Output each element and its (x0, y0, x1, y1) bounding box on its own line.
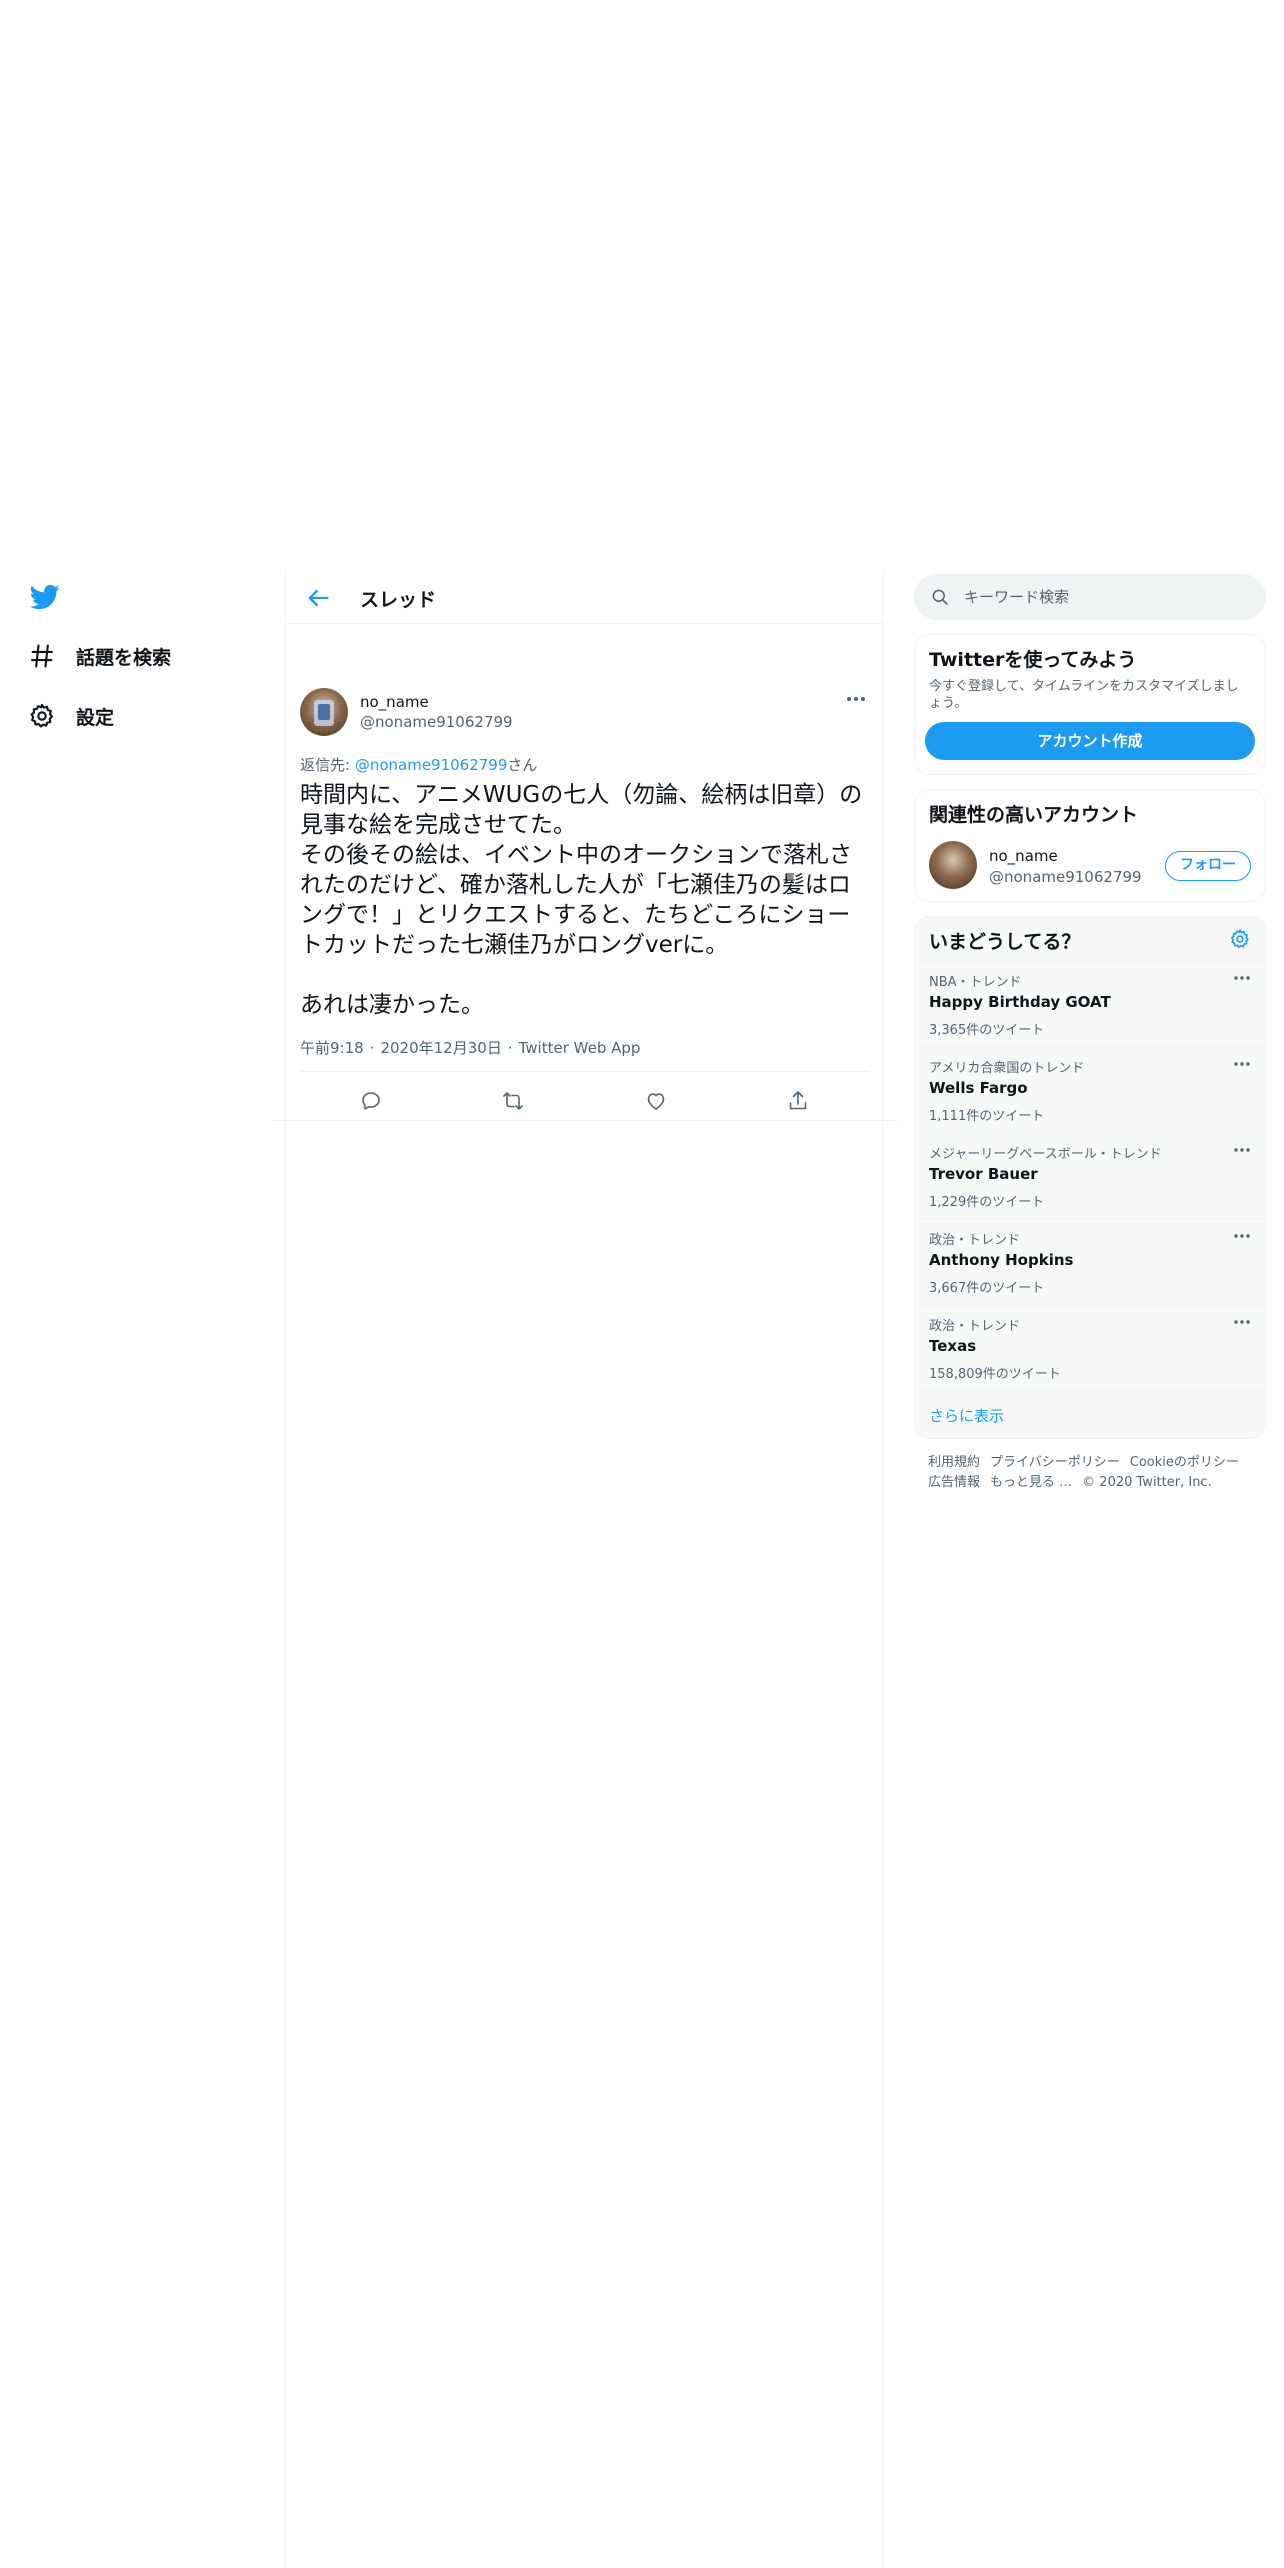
trend-count: 3,667件のツイート (929, 1281, 1045, 1296)
tweet-date[interactable]: 2020年12月30日 (380, 1039, 501, 1057)
account-row[interactable]: no_name @noname91062799 フォロー (915, 827, 1265, 901)
footer-privacy-link[interactable]: プライバシーポリシー (990, 1455, 1120, 1470)
tweet-meta: 午前9:18 · 2020年12月30日 · Twitter Web App (300, 1039, 641, 1057)
tweet-source[interactable]: Twitter Web App (519, 1039, 641, 1057)
twitter-bird-icon[interactable] (28, 582, 62, 612)
avatar[interactable] (929, 841, 977, 889)
relevant-accounts-card: 関連性の高いアカウント no_name @noname91062799 フォロー (914, 789, 1266, 902)
page-title: スレッド (360, 589, 437, 611)
trend-context: メジャーリーグベースボール・トレンド (929, 1147, 1162, 1162)
back-arrow-icon[interactable] (304, 584, 332, 612)
trend-context: 政治・トレンド (929, 1319, 1021, 1334)
trend-count: 1,111件のツイート (929, 1109, 1045, 1124)
avatar[interactable] (300, 688, 348, 736)
trend-name: Wells Fargo (929, 1079, 1028, 1097)
thread-column: スレッド no_name @noname91062799 返信先: @nonam… (272, 570, 897, 1121)
trend-item[interactable]: メジャーリーグベースボール・トレンド Trevor Bauer 1,229件のツ… (915, 1133, 1265, 1219)
search-box[interactable] (914, 574, 1266, 620)
footer-cookie-link[interactable]: Cookieのポリシー (1130, 1455, 1239, 1470)
footer-more-link[interactable]: もっと見る … (990, 1475, 1072, 1490)
show-more-link[interactable]: さらに表示 (915, 1391, 1265, 1438)
retweet-icon[interactable] (501, 1089, 525, 1113)
reply-to-suffix: さん (507, 756, 538, 774)
more-options-icon[interactable] (1233, 1059, 1251, 1069)
more-options-icon[interactable] (1233, 973, 1251, 983)
reply-to-handle-link[interactable]: @noname91062799 (355, 756, 508, 774)
signup-description: 今すぐ登録して、タイムラインをカスタマイズしましょう。 (929, 679, 1239, 711)
trend-item[interactable]: 政治・トレンド Texas 158,809件のツイート (915, 1305, 1265, 1391)
relevant-accounts-title: 関連性の高いアカウント (929, 804, 1139, 826)
trend-context: NBA・トレンド (929, 975, 1022, 990)
trends-card: いまどうしてる？ NBA・トレンド Happy Birthday GOAT 3,… (914, 916, 1266, 1439)
left-divider (285, 570, 286, 2568)
trend-item[interactable]: NBA・トレンド Happy Birthday GOAT 3,365件のツイート (915, 961, 1265, 1047)
hashtag-icon (31, 644, 53, 668)
like-heart-icon[interactable] (644, 1089, 668, 1113)
trends-title: いまどうしてる？ (929, 931, 1081, 953)
tweet-time[interactable]: 午前9:18 (300, 1039, 364, 1057)
trend-count: 158,809件のツイート (929, 1367, 1061, 1382)
trend-context: アメリカ合衆国のトレンド (929, 1061, 1085, 1076)
signup-card: Twitterを使ってみよう 今すぐ登録して、タイムラインをカスタマイズしましょ… (914, 634, 1266, 775)
more-options-icon[interactable] (845, 692, 867, 706)
trend-count: 3,365件のツイート (929, 1023, 1045, 1038)
divider (272, 1120, 897, 1121)
account-handle[interactable]: @noname91062799 (989, 868, 1142, 886)
tweet-text: 時間内に、アニメWUGの七人（勿論、絵柄は旧章）の見事な絵を完成させてた。 その… (300, 782, 863, 1018)
divider (300, 1071, 869, 1072)
reply-icon[interactable] (359, 1089, 383, 1113)
more-options-icon[interactable] (1233, 1317, 1251, 1327)
footer-terms-link[interactable]: 利用規約 (928, 1455, 980, 1470)
nav-item-explore[interactable]: 話題を検索 (28, 642, 171, 670)
account-name[interactable]: no_name (989, 847, 1058, 865)
sidebar: Twitterを使ってみよう 今すぐ登録して、タイムラインをカスタマイズしましょ… (914, 574, 1266, 1493)
trend-item[interactable]: アメリカ合衆国のトレンド Wells Fargo 1,111件のツイート (915, 1047, 1265, 1133)
more-options-icon[interactable] (1233, 1231, 1251, 1241)
share-icon[interactable] (786, 1089, 810, 1113)
footer-copyright: © 2020 Twitter, Inc. (1082, 1475, 1212, 1490)
follow-button[interactable]: フォロー (1165, 851, 1251, 881)
nav-item-settings[interactable]: 設定 (28, 702, 114, 730)
trends-header: いまどうしてる？ (915, 917, 1265, 961)
tweet-author-handle[interactable]: @noname91062799 (360, 713, 513, 731)
chevron-more-icon: … (1059, 1475, 1073, 1490)
nav-item-settings-label: 設定 (76, 706, 115, 729)
footer-more-label: もっと見る (990, 1475, 1056, 1490)
tweet-actions (300, 1079, 869, 1123)
create-account-button[interactable]: アカウント作成 (925, 722, 1255, 760)
trends-settings-gear-icon[interactable] (1229, 928, 1251, 950)
footer-ads-link[interactable]: 広告情報 (928, 1475, 980, 1490)
app-frame: 話題を検索 設定 スレッド no_name @noname91062799 返信… (0, 0, 1284, 2568)
search-icon (932, 589, 948, 605)
trend-name: Texas (929, 1337, 977, 1355)
gear-icon (30, 703, 53, 728)
more-options-icon[interactable] (1233, 1145, 1251, 1155)
reply-to-prefix: 返信先: (300, 756, 355, 774)
trend-item[interactable]: 政治・トレンド Anthony Hopkins 3,667件のツイート (915, 1219, 1265, 1305)
footer: 利用規約 プライバシーポリシー Cookieのポリシー 広告情報 もっと見る … © 2… (914, 1439, 1266, 1493)
reply-to-line: 返信先: @noname91062799さん (300, 754, 537, 775)
right-divider (883, 570, 884, 2568)
trend-count: 1,229件のツイート (929, 1195, 1045, 1210)
tweet-author-name[interactable]: no_name (360, 693, 429, 711)
thread-header: スレッド (286, 570, 883, 624)
signup-title: Twitterを使ってみよう (929, 649, 1137, 671)
trend-context: 政治・トレンド (929, 1233, 1021, 1248)
search-input[interactable] (964, 582, 1244, 612)
trend-name: Happy Birthday GOAT (929, 993, 1111, 1011)
trend-name: Anthony Hopkins (929, 1251, 1074, 1269)
nav-item-explore-label: 話題を検索 (76, 646, 172, 669)
trend-name: Trevor Bauer (929, 1165, 1038, 1183)
